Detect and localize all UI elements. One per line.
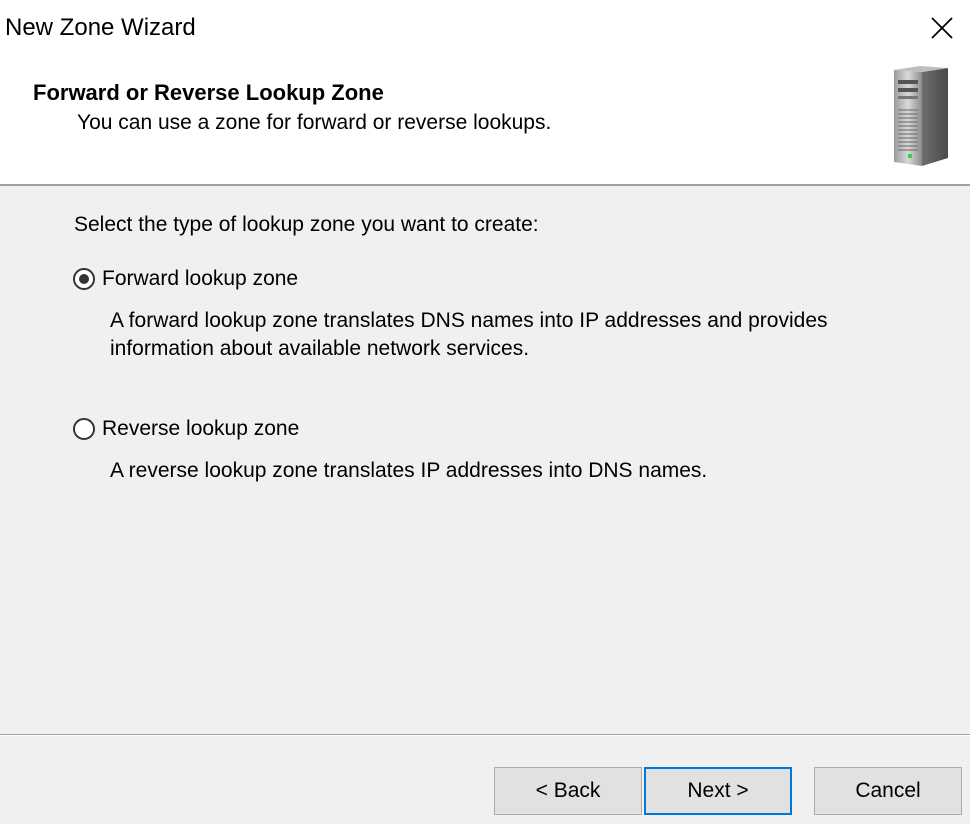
reverse-lookup-zone-label: Reverse lookup zone	[102, 417, 300, 440]
page-title: Forward or Reverse Lookup Zone	[33, 80, 384, 105]
close-icon	[931, 17, 953, 39]
window-title: New Zone Wizard	[5, 14, 196, 41]
wizard-header: Forward or Reverse Lookup Zone You can u…	[0, 58, 970, 186]
description-line: A reverse lookup zone translates IP addr…	[110, 459, 708, 482]
forward-lookup-zone-label: Forward lookup zone	[102, 267, 299, 290]
description-line: A forward lookup zone translates DNS nam…	[110, 309, 828, 332]
title-bar: New Zone Wizard	[0, 0, 970, 58]
back-button[interactable]: < Back	[494, 767, 642, 815]
footer-separator	[0, 734, 970, 736]
description-line: information about available network serv…	[110, 337, 530, 360]
zone-type-prompt: Select the type of lookup zone you want …	[74, 213, 539, 236]
forward-lookup-zone-option[interactable]: Forward lookup zone	[73, 267, 298, 291]
server-icon	[894, 66, 948, 166]
page-subtitle: You can use a zone for forward or revers…	[77, 111, 552, 134]
forward-lookup-zone-radio[interactable]	[73, 268, 95, 290]
next-button[interactable]: Next >	[644, 767, 792, 815]
forward-lookup-zone-description: A forward lookup zone translates DNS nam…	[110, 307, 870, 363]
reverse-lookup-zone-description: A reverse lookup zone translates IP addr…	[110, 457, 870, 485]
reverse-lookup-zone-option[interactable]: Reverse lookup zone	[73, 417, 299, 441]
cancel-button[interactable]: Cancel	[814, 767, 962, 815]
close-button[interactable]	[922, 8, 962, 48]
reverse-lookup-zone-radio[interactable]	[73, 418, 95, 440]
